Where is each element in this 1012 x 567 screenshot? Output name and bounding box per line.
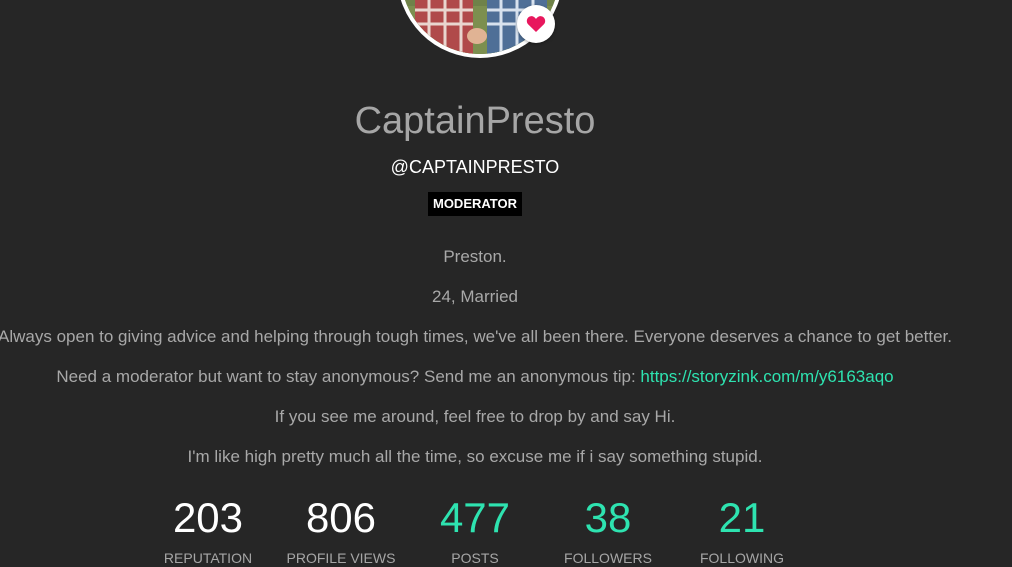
bio-line: Preston. [443,247,507,266]
bio-line: Always open to giving advice and helping… [0,327,952,346]
heart-icon [526,16,546,32]
stat-label: REPUTATION [163,550,253,566]
bio-line-tip: Need a moderator but want to stay anonym… [0,366,980,388]
stat-label: PROFILE VIEWS [286,550,396,566]
stat-value[interactable]: 38 [541,492,675,544]
stat-value[interactable]: 21 [675,492,809,544]
heart-button[interactable] [517,5,555,43]
username: @CAPTAINPRESTO [390,157,560,177]
stat-profile-views: 806 PROFILE VIEWS [274,492,408,566]
stat-reputation: 203 REPUTATION [141,492,275,566]
role-badge-container: MODERATOR [0,192,950,216]
stat-value: 806 [305,494,377,541]
stat-label: FOLLOWERS [564,550,652,566]
bio-line: I'm like high pretty much all the time, … [187,447,763,466]
display-name: CaptainPresto [354,100,596,142]
stat-label: POSTS [451,550,499,566]
profile-page: CaptainPresto @CAPTAINPRESTO MODERATOR P… [0,0,1012,567]
stat-followers[interactable]: 38 FOLLOWERS [541,492,675,566]
bio-line: If you see me around, feel free to drop … [274,407,676,426]
anonymous-tip-link[interactable]: https://storyzink.com/m/y6163aqo [640,367,893,386]
stat-following[interactable]: 21 FOLLOWING [675,492,809,566]
moderator-badge: MODERATOR [427,192,523,216]
stat-value: 203 [172,494,244,541]
stat-value[interactable]: 477 [408,492,542,544]
stat-label: FOLLOWING [699,550,784,566]
bio-line: 24, Married [432,287,518,306]
tip-text: Need a moderator but want to stay anonym… [56,367,641,386]
stat-posts[interactable]: 477 POSTS [408,492,542,566]
